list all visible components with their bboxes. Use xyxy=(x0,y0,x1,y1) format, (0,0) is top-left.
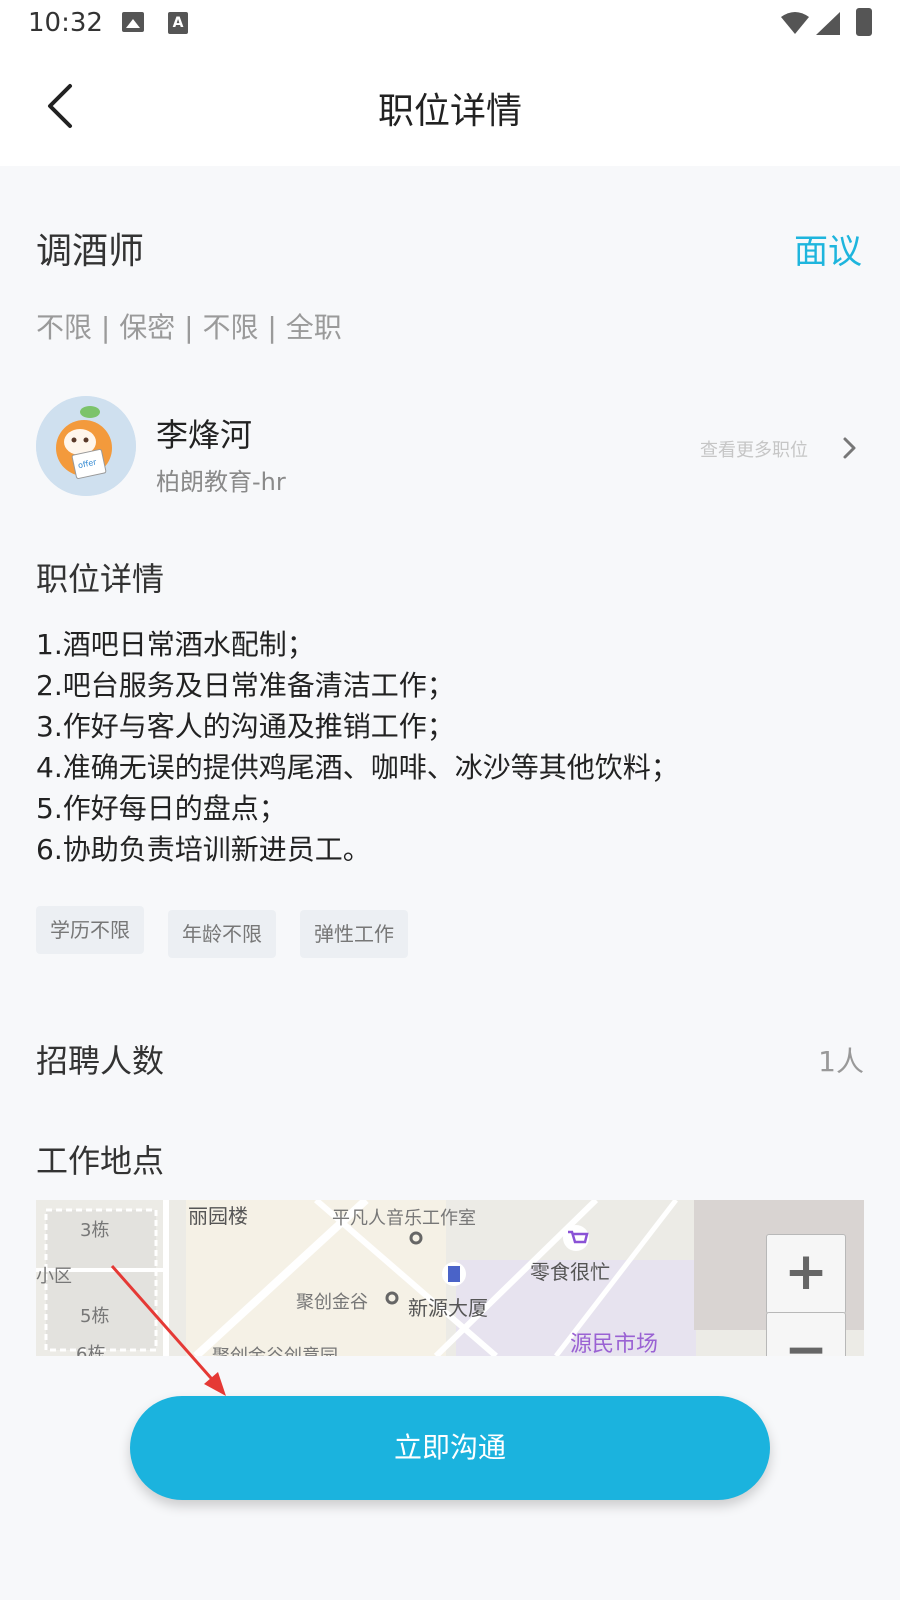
section-title-job-details: 职位详情 xyxy=(36,560,165,598)
font-notification-icon: A xyxy=(168,12,188,34)
map-label: 小区 xyxy=(36,1266,72,1287)
status-bar: 10:32 A xyxy=(0,0,900,48)
description-line: 5.作好每日的盘点； xyxy=(36,792,287,825)
map-label: 平凡人音乐工作室 xyxy=(332,1208,476,1229)
description-line: 3.作好与客人的沟通及推销工作； xyxy=(36,710,455,743)
chevron-right-icon[interactable] xyxy=(840,434,860,462)
description-line: 2.吧台服务及日常准备清洁工作； xyxy=(36,669,455,702)
map-label: 6栋 xyxy=(76,1344,106,1356)
map-label: 3栋 xyxy=(80,1220,110,1241)
wifi-icon xyxy=(781,12,809,34)
recruiter-name: 李烽河 xyxy=(156,416,253,454)
location-title: 工作地点 xyxy=(36,1142,165,1180)
chat-now-button[interactable]: 立即沟通 xyxy=(130,1396,770,1500)
location-map[interactable]: 丽园楼 平凡人音乐工作室 零食很忙 3栋 小区 5栋 6栋 聚创金谷 新源大厦 … xyxy=(36,1200,864,1356)
recruiter-company: 柏朗教育-hr xyxy=(156,468,286,496)
app-header: 职位详情 xyxy=(0,48,900,166)
map-label: 聚创金谷 xyxy=(296,1292,368,1313)
job-title: 调酒师 xyxy=(36,231,145,272)
description-line: 1.酒吧日常酒水配制； xyxy=(36,628,315,661)
job-requirements-summary: 不限 | 保密 | 不限 | 全职 xyxy=(36,311,342,344)
description-line: 4.准确无误的提供鸡尾酒、咖啡、冰沙等其他饮料； xyxy=(36,751,679,784)
map-label: 5栋 xyxy=(80,1306,110,1327)
status-time: 10:32 xyxy=(28,8,103,38)
map-zoom-out-button[interactable]: − xyxy=(766,1312,846,1356)
map-label: 源民市场 xyxy=(570,1332,659,1356)
job-description: 1.酒吧日常酒水配制； 2.吧台服务及日常准备清洁工作； 3.作好与客人的沟通及… xyxy=(36,624,679,870)
signal-icon xyxy=(816,12,840,35)
tag-age: 年龄不限 xyxy=(168,910,276,958)
salary: 面议 xyxy=(794,232,862,272)
description-line: 6.协助负责培训新进员工。 xyxy=(36,833,371,866)
headcount-value: 1人 xyxy=(818,1045,864,1078)
map-label: 丽园楼 xyxy=(188,1204,248,1228)
page-title: 职位详情 xyxy=(377,91,522,132)
gallery-notification-icon xyxy=(122,12,144,32)
orange-mascot-icon: offer xyxy=(36,396,136,496)
battery-icon xyxy=(856,8,872,36)
map-label: 新源大厦 xyxy=(408,1296,488,1320)
headcount-label: 招聘人数 xyxy=(36,1042,165,1080)
map-label: 聚创金谷创意园 xyxy=(212,1342,338,1356)
tag-flexible-work: 弹性工作 xyxy=(300,910,408,958)
map-label: 零食很忙 xyxy=(530,1260,610,1284)
more-jobs-link[interactable]: 查看更多职位 xyxy=(700,436,808,462)
map-zoom-in-button[interactable]: + xyxy=(766,1234,846,1314)
recruiter-avatar[interactable]: offer xyxy=(36,396,136,496)
tag-education: 学历不限 xyxy=(36,906,144,954)
